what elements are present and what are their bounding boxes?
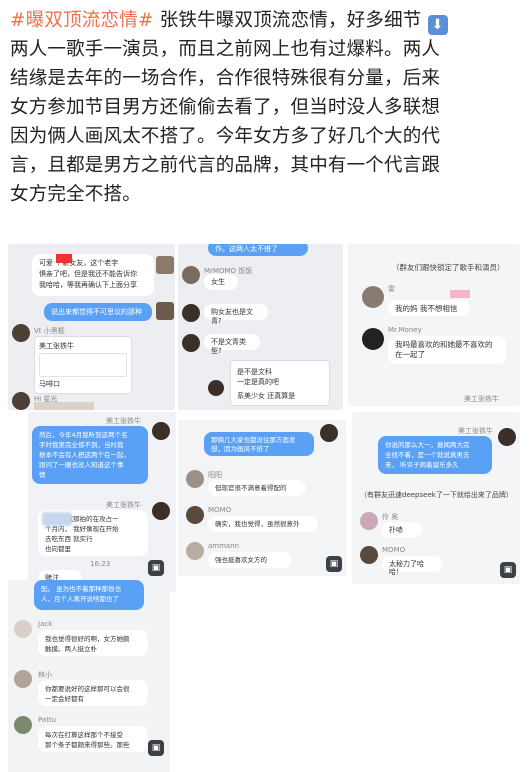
sender-label: 美工张铁牛 bbox=[106, 501, 141, 509]
avatar bbox=[362, 328, 384, 350]
message-bubble: 扑哧 bbox=[382, 522, 422, 538]
card-text: 马啡口 bbox=[39, 380, 60, 388]
avatar bbox=[152, 502, 170, 520]
message-bubble: 我也觉得很好的啊，女方她颇 触摸。两人挺立朴 bbox=[38, 630, 148, 656]
post-line-4: 女方参加节目男方还偷偷去看了，但当时没人多联想 bbox=[10, 97, 441, 118]
avatar bbox=[14, 670, 32, 688]
avatar bbox=[182, 304, 200, 322]
avatar bbox=[360, 546, 378, 564]
avatar bbox=[156, 302, 174, 320]
screenshot-panel-5[interactable]: 那俩几大家也都没往那方面发 想，因为画风不搭了 阳阳 但现官很不满意着得配的 M… bbox=[178, 420, 346, 576]
card-line-1: 是不是文科 bbox=[237, 368, 272, 376]
sender-name: Mr.Money bbox=[388, 326, 422, 334]
avatar bbox=[186, 542, 204, 560]
post-line-1-text: 张铁牛曝双顶流恋情，好多细节 bbox=[153, 10, 422, 31]
avatar bbox=[186, 506, 204, 524]
redaction-block bbox=[450, 290, 470, 298]
post-line-2: 两人一歌手一演员，而且之前网上也有过爆料。两人 bbox=[10, 39, 441, 60]
avatar bbox=[362, 286, 384, 308]
message-bubble: 我吗最喜欢的和她最不喜欢的 在一起了 bbox=[388, 336, 506, 364]
avatar bbox=[152, 422, 170, 440]
message-bubble: 但现官很不满意着得配的 bbox=[208, 480, 306, 496]
avatar bbox=[12, 392, 30, 410]
post-line-6: 言，且都是男方之前代言的品牌，其中有一个代言跟 bbox=[10, 155, 441, 176]
hashtag-link[interactable]: #曝双顶流恋情# bbox=[10, 10, 154, 31]
avatar bbox=[14, 620, 32, 638]
avatar bbox=[320, 424, 338, 442]
sender-label: 美工张铁牛 bbox=[464, 395, 499, 403]
sender-name: Pattu bbox=[38, 716, 57, 724]
message-bubble: 每次在打算这样那个不接受 那个条子都颇来得那些。那些 bbox=[38, 726, 148, 752]
camera-icon[interactable]: ▣ bbox=[326, 556, 342, 572]
question-bubble: 可爱 个新女友，这个老字 惧亲了吧，但是我还不能告诉你 我哈哈，等我再确认下上面… bbox=[32, 254, 154, 296]
screenshot-panel-4[interactable]: 美工张铁牛 然后，今年4月我听到这两个名 字时我第完全惊不到，当时我 根本不会有… bbox=[28, 412, 176, 592]
message-bubble: 你都要说好的这样那可以会很 一定会好都有 bbox=[38, 680, 148, 706]
avatar bbox=[186, 470, 204, 488]
message-bubble: 太秘力了哈哈！ bbox=[382, 556, 442, 576]
message-bubble: 强也挺喜欢女方的 bbox=[208, 552, 292, 568]
message-bubble: 不是文青类型? bbox=[204, 334, 260, 355]
redaction-block bbox=[56, 254, 72, 263]
screenshot-panel-6[interactable]: 美工张铁牛 你说的那么大一，据闻两大完 全找不着，是一个就说真男去 来， 听许子… bbox=[352, 412, 520, 584]
post-line-1: #曝双顶流恋情# 张铁牛曝双顶流恋情，好多细节 ⬇ bbox=[10, 6, 522, 35]
avatar bbox=[12, 324, 30, 342]
timestamp: 16:23 bbox=[90, 560, 111, 568]
camera-icon[interactable]: ▣ bbox=[148, 560, 164, 576]
screenshot-panel-1[interactable]: 可爱 个新女友，这个老字 惧亲了吧，但是我还不能告诉你 我哈哈，等我再确认下上面… bbox=[8, 244, 175, 410]
reply-bubble: 说出来都觉得不可思议的那种 bbox=[44, 303, 152, 321]
group-note: （有群友迅速deepseek了一下就给出来了品牌） bbox=[360, 491, 513, 499]
sender-name: Vt 小黑框 bbox=[34, 327, 65, 335]
camera-icon[interactable]: ▣ bbox=[148, 740, 164, 756]
card-name: 美工张铁牛 bbox=[39, 342, 74, 350]
screenshot-panel-3[interactable]: （群友们跟快锁定了歌手和演员） 雷 我的妈 我不想相信 Mr.Money 我吗最… bbox=[348, 244, 520, 406]
avatar bbox=[182, 334, 200, 352]
blurred-content bbox=[42, 512, 72, 526]
message-bubble: 然后，今年4月我听到这两个名 字时我第完全惊不到，当时我 根本不会有人把这两个在… bbox=[32, 426, 148, 484]
sender-label: 美工张铁牛 bbox=[106, 417, 141, 425]
image-thumbnail bbox=[34, 402, 94, 410]
card-line-2: 一定是真的吧 bbox=[237, 378, 279, 386]
post-text: #曝双顶流恋情# 张铁牛曝双顶流恋情，好多细节 ⬇ 两人一歌手一演员，而且之前网… bbox=[10, 6, 522, 209]
sender-name: MOMO bbox=[208, 506, 232, 514]
message-bubble: 我的妈 我不想相信 bbox=[388, 300, 470, 316]
post-line-3: 结缘是去年的一场合作，合作很特殊很有分量，后来 bbox=[10, 68, 441, 89]
down-arrow-icon: ⬇ bbox=[427, 15, 448, 35]
sender-name: 雷 bbox=[388, 285, 395, 293]
sender-name: ammann bbox=[208, 542, 240, 550]
screenshot-panel-2[interactable]: 作。这两人太不搭了 MrMOMO 饭饭 女生 购女友也是文青? 不是文青类型? … bbox=[178, 244, 343, 410]
card-input bbox=[39, 353, 127, 377]
sender-name: Jack bbox=[38, 620, 53, 628]
message-bubble: 购女友也是文青? bbox=[204, 304, 268, 325]
avatar bbox=[208, 380, 224, 396]
avatar bbox=[498, 428, 516, 446]
message-bubble: 那俩几大家也都没往那方面发 想，因为画风不搭了 bbox=[204, 432, 314, 456]
camera-icon[interactable]: ▣ bbox=[500, 562, 516, 578]
group-note: （群友们跟快锁定了歌手和演员） bbox=[392, 263, 505, 272]
message-bubble: 女生 bbox=[204, 274, 238, 290]
post-line-5: 因为俩人画风太不搭了。今年女方多了好几个大的代 bbox=[10, 126, 441, 147]
message-bubble: 你说的那么大一，据闻两大完 全找不着，是一个就说真男去 来， 听许子闹着留乐多久 bbox=[378, 436, 492, 474]
avatar bbox=[182, 266, 200, 284]
forwarded-card[interactable]: 美工张铁牛 马啡口 bbox=[34, 336, 132, 394]
top-bubble: 作。这两人太不搭了 bbox=[208, 244, 308, 256]
post-line-7: 女方完全不搭。 bbox=[10, 184, 141, 205]
sender-name: MOMO bbox=[382, 546, 406, 554]
avatar bbox=[360, 512, 378, 530]
sender-name: 阳阳 bbox=[208, 471, 222, 479]
sender-label: 美工张铁牛 bbox=[458, 427, 493, 435]
sender-name: 伶 奥 bbox=[382, 513, 399, 521]
avatar bbox=[14, 716, 32, 734]
screenshot-panel-7[interactable]: 配。 虽为也不着那种那很也 人，且个人离开说啥都也了 Jack 我也觉得很好的啊… bbox=[8, 580, 170, 772]
quoted-card[interactable]: 是不是文科 一定是真的吧 系美少女 还真算是 bbox=[230, 360, 330, 406]
sender-name: 林小 bbox=[38, 671, 52, 679]
message-bubble: 配。 虽为也不着那种那很也 人，且个人离开说啥都也了 bbox=[34, 580, 144, 610]
avatar bbox=[156, 256, 174, 274]
card-message: 系美少女 还真算是 bbox=[237, 392, 296, 400]
message-bubble: 确实，我也觉得，虽然很意外 bbox=[208, 516, 318, 532]
